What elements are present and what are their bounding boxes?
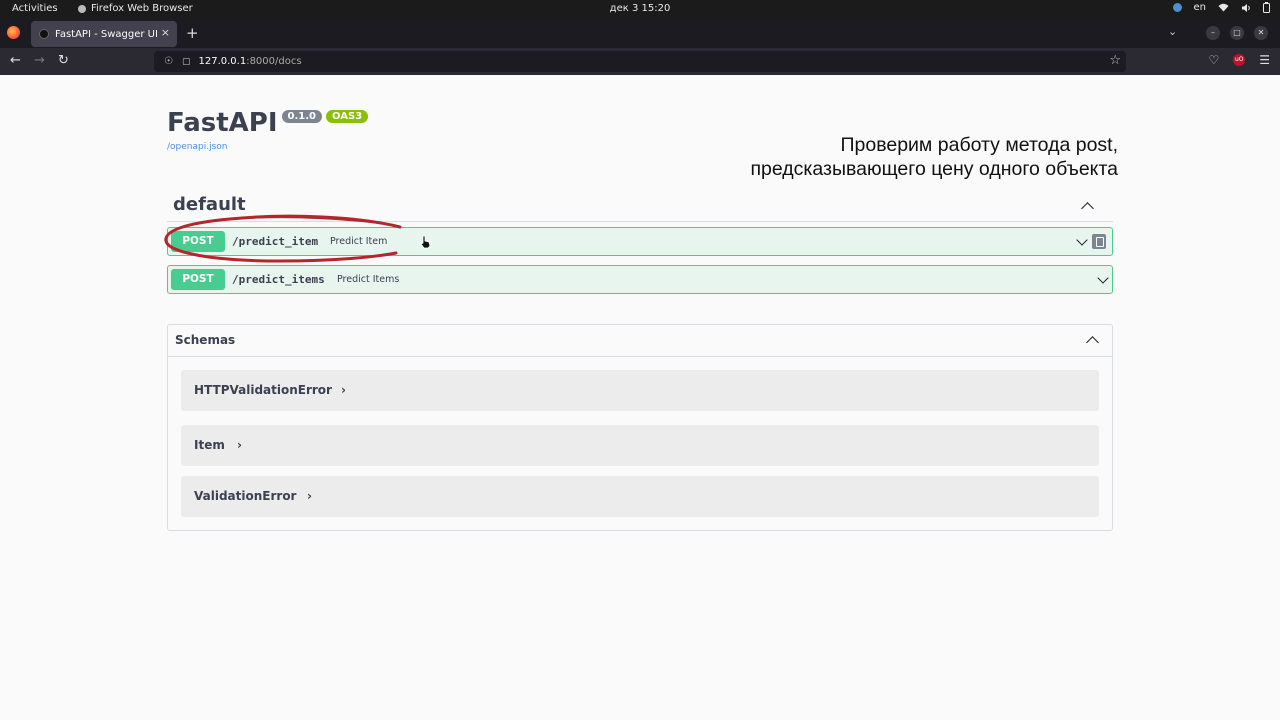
expand-chevron-right-icon[interactable]: › [341, 383, 346, 397]
collapse-chevron-up-icon[interactable] [1086, 336, 1099, 349]
expand-chevron-down-icon[interactable] [1097, 272, 1109, 284]
schemas-label: Schemas [175, 333, 236, 347]
reload-icon[interactable]: ↻ [58, 53, 69, 68]
page-info-icon[interactable]: ▢ [182, 57, 191, 67]
model-item[interactable]: Item › [181, 425, 1099, 466]
red-circle-annotation [164, 214, 402, 263]
wifi-icon [1218, 3, 1229, 12]
hand-pointer-cursor-icon [420, 235, 431, 249]
annotation-line-1: Проверим работу метода post, [840, 134, 1119, 156]
video-annotation: Проверим работу метода post, предсказыва… [700, 133, 1118, 181]
maximize-icon[interactable]: □ [1230, 26, 1244, 40]
close-window-icon[interactable]: ✕ [1254, 26, 1268, 40]
battery-icon [1263, 2, 1270, 13]
toolbar-extensions: ♡ uO ☰ [1208, 53, 1270, 67]
url-bar[interactable]: ☉ ▢ 127.0.0.1:8000/docs ☆ [154, 51, 1126, 72]
ublock-origin-icon[interactable]: uO [1233, 54, 1246, 66]
api-title-row: FastAPI 0.1.0 OAS3 [167, 108, 369, 138]
bookmark-star-icon[interactable]: ☆ [1109, 53, 1121, 68]
window-controls: – □ ✕ [1206, 26, 1268, 40]
operation-summary: Predict Items [337, 274, 400, 285]
volume-icon [1242, 3, 1250, 12]
fastapi-favicon-icon [39, 29, 49, 39]
keyboard-language[interactable]: en [1194, 2, 1207, 13]
model-httpvalidationerror[interactable]: HTTPValidationError › [181, 370, 1099, 411]
collapse-chevron-up-icon[interactable] [1081, 202, 1094, 215]
copy-path-icon[interactable] [1092, 234, 1106, 249]
navigation-bar: ← → ↻ ☉ ▢ 127.0.0.1:8000/docs ☆ ♡ uO ☰ [0, 48, 1280, 75]
clock[interactable]: дек 3 15:20 [0, 3, 1280, 14]
tab-title: FastAPI - Swagger UI [55, 28, 158, 40]
tab-fastapi-swagger[interactable]: FastAPI - Swagger UI × [31, 21, 177, 47]
model-name: HTTPValidationError [194, 383, 332, 397]
operation-predict-items[interactable]: POST /predict_items Predict Items [167, 265, 1113, 294]
swagger-page: FastAPI 0.1.0 OAS3 /openapi.json Провери… [0, 75, 1280, 720]
api-title: FastAPI [167, 108, 278, 138]
system-tray[interactable]: en [1172, 2, 1270, 13]
back-arrow-icon[interactable]: ← [10, 53, 21, 68]
expand-chevron-down-icon[interactable] [1076, 234, 1088, 246]
schemas-section: Schemas HTTPValidationError › Item › Val… [167, 324, 1113, 531]
operation-path: /predict_items [232, 273, 325, 286]
pocket-icon[interactable]: ♡ [1208, 53, 1219, 67]
expand-chevron-right-icon[interactable]: › [307, 489, 312, 503]
oas-badge: OAS3 [326, 110, 369, 123]
model-validationerror[interactable]: ValidationError › [181, 476, 1099, 517]
openapi-json-link[interactable]: /openapi.json [167, 142, 227, 152]
url-path: :8000/docs [246, 56, 302, 67]
annotation-line-2: предсказывающего цену одного объекта [750, 158, 1118, 180]
tab-close-icon[interactable]: × [161, 26, 170, 39]
method-badge: POST [171, 269, 225, 290]
tracking-shield-icon[interactable]: ☉ [164, 56, 173, 67]
network-globe-icon [1172, 3, 1182, 12]
new-tab-button[interactable]: + [186, 24, 199, 42]
app-menu-hamburger-icon[interactable]: ☰ [1259, 53, 1270, 67]
model-name: ValidationError [194, 489, 297, 503]
url-host: 127.0.0.1 [198, 56, 247, 67]
browser-tab-strip: FastAPI - Swagger UI × + ⌄ – □ ✕ [0, 18, 1280, 48]
version-badge: 0.1.0 [281, 110, 323, 123]
model-name: Item [194, 438, 225, 452]
forward-arrow-icon[interactable]: → [34, 53, 45, 68]
system-top-bar: Activities Firefox Web Browser дек 3 15:… [0, 0, 1280, 18]
expand-chevron-right-icon[interactable]: › [237, 438, 242, 452]
list-all-tabs-chevron-icon[interactable]: ⌄ [1168, 25, 1177, 38]
firefox-view-icon[interactable] [7, 26, 20, 39]
schemas-header[interactable]: Schemas [168, 325, 1112, 357]
minimize-icon[interactable]: – [1206, 26, 1220, 40]
